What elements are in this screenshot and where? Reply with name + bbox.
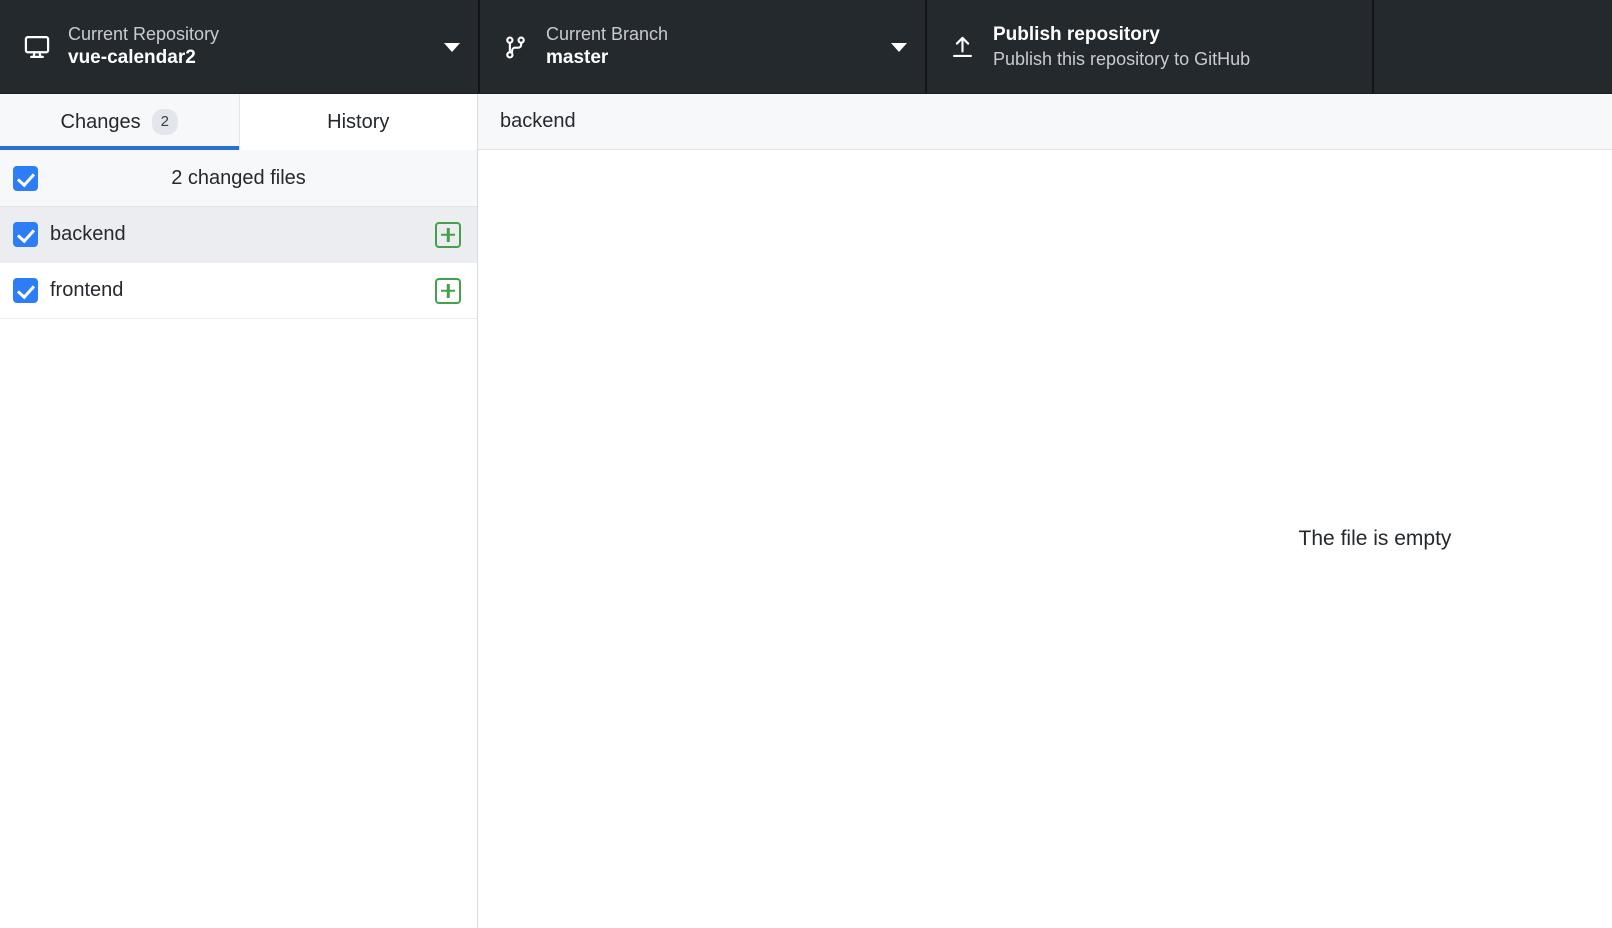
publish-repository-title: Publish repository [993,24,1160,46]
changes-sidebar: Changes 2 History 2 changed files backen… [0,94,478,928]
current-repository-text: Current Repository vue-calendar2 [68,23,434,70]
tab-changes[interactable]: Changes 2 [0,94,239,150]
diff-empty-message: The file is empty [1298,527,1452,550]
changed-file-list: backend frontend [0,207,477,928]
sidebar-tabs: Changes 2 History [0,94,477,150]
current-repository-label: Current Repository [68,24,220,45]
tab-history-label: History [327,110,390,133]
diff-file-path: backend [500,110,576,132]
diff-header: backend [478,94,1612,150]
current-repository-value: vue-calendar2 [68,47,196,69]
table-row[interactable]: backend [0,207,477,263]
file-name: backend [50,223,126,245]
tab-changes-badge: 2 [151,109,178,135]
table-row[interactable]: frontend [0,263,477,319]
github-desktop-window: Current Repository vue-calendar2 Current… [0,0,1612,928]
publish-repository-subtitle: Publish this repository to GitHub [993,48,1251,69]
plus-square-icon [435,221,461,248]
plus-square-icon [435,277,461,304]
desktop-icon [20,33,54,61]
publish-repository-text: Publish repository Publish this reposito… [993,23,1354,70]
changed-files-header: 2 changed files [0,150,477,207]
current-repository-button[interactable]: Current Repository vue-calendar2 [0,0,478,94]
current-branch-value: master [546,47,609,69]
file-checkbox[interactable] [12,222,38,247]
current-branch-label: Current Branch [546,24,669,45]
current-branch-text: Current Branch master [546,23,881,70]
file-status-wrap [419,277,477,304]
tab-history[interactable]: History [238,94,477,150]
git-branch-icon [498,34,532,61]
tab-changes-label: Changes [60,110,141,133]
app-body: Changes 2 History 2 changed files backen… [0,94,1612,928]
file-name: frontend [50,279,124,301]
current-branch-button[interactable]: Current Branch master [478,0,925,94]
app-toolbar: Current Repository vue-calendar2 Current… [0,0,1612,94]
publish-repository-button[interactable]: Publish repository Publish this reposito… [925,0,1372,94]
diff-body: The file is empty [478,150,1612,928]
chevron-down-icon [891,42,907,52]
diff-panel: backend The file is empty [478,94,1612,928]
chevron-down-icon [444,42,460,52]
upload-icon [945,34,979,61]
changed-files-count-label: 2 changed files [171,166,306,189]
file-checkbox-wrap [0,278,50,303]
file-checkbox[interactable] [12,278,38,303]
file-checkbox-wrap [0,222,50,247]
file-status-wrap [419,221,477,248]
toolbar-empty-area [1372,0,1612,94]
